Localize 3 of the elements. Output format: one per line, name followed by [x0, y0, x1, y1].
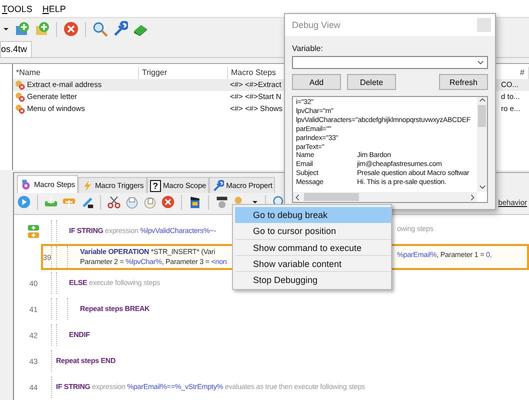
question-icon: ? [150, 180, 162, 192]
field-label: Variable: [292, 44, 324, 53]
dialog-title: Debug View [292, 20, 340, 30]
